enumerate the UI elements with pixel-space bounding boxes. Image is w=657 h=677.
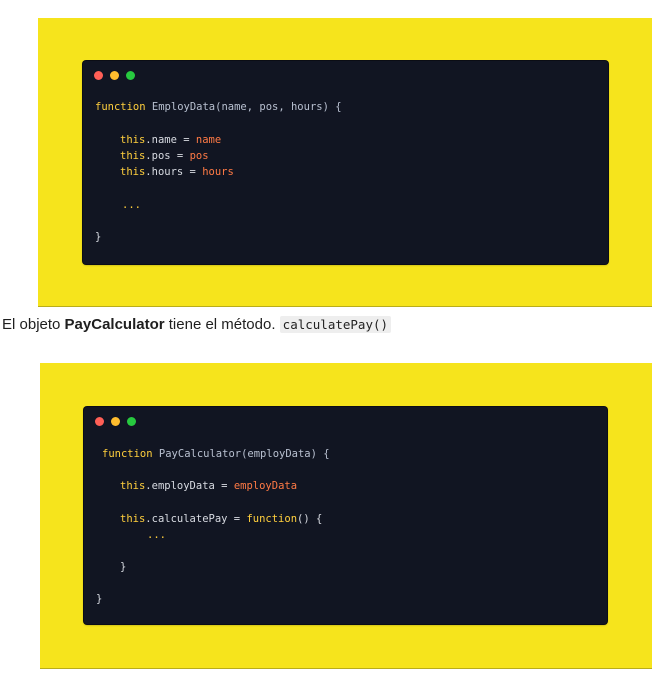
code-line-function: function EmployData(name, pos, hours) { — [95, 101, 342, 114]
keyword: function — [95, 101, 146, 113]
operator: = — [176, 134, 196, 146]
property: .pos — [145, 150, 171, 162]
code-line-assign: this.calculatePay = function() { — [120, 513, 322, 526]
minimize-dot-icon — [110, 71, 119, 80]
operator: = — [183, 166, 203, 178]
code-closing-brace: } — [95, 231, 102, 243]
operator: = — [170, 150, 190, 162]
code-line-assign: this.employData = employData — [120, 480, 297, 493]
code-closing-brace: } — [96, 593, 103, 605]
caption-after: tiene el método. — [164, 316, 280, 333]
this-keyword: this — [120, 480, 146, 492]
code-image-banner: function EmployData(name, pos, hours) { … — [38, 18, 652, 307]
caption-before: El objeto — [2, 316, 65, 333]
close-dot-icon — [95, 417, 104, 426]
code-ellipsis: ... — [147, 529, 166, 541]
minimize-dot-icon — [111, 417, 120, 426]
this-keyword: this — [120, 150, 146, 162]
code-window: function EmployData(name, pos, hours) { … — [83, 61, 608, 264]
function-name: EmployData — [151, 101, 216, 113]
function-params: (name, pos, hours) { — [215, 101, 342, 113]
code-ellipsis: ... — [122, 199, 141, 211]
keyword: function — [246, 513, 298, 525]
operator: = — [227, 513, 247, 525]
function-params: (employData) { — [241, 448, 330, 460]
value: hours — [202, 166, 234, 178]
property: .calculatePay — [145, 513, 228, 525]
value: name — [195, 134, 222, 146]
code-image-banner: function PayCalculator(employData) { thi… — [40, 363, 652, 669]
this-keyword: this — [120, 513, 146, 525]
code-line-assign: this.name = name — [120, 134, 221, 147]
code-window: function PayCalculator(employData) { thi… — [84, 407, 607, 624]
code-line-assign: this.hours = hours — [120, 166, 234, 179]
maximize-dot-icon — [126, 71, 135, 80]
function-name: PayCalculator — [158, 448, 242, 460]
property: .employData — [145, 480, 215, 492]
inline-code: calculatePay() — [279, 316, 392, 333]
caption-text: El objeto PayCalculator tiene el método.… — [2, 316, 392, 333]
this-keyword: this — [120, 166, 146, 178]
keyword: function — [102, 448, 153, 460]
code-line-assign: this.pos = pos — [120, 150, 209, 163]
caption-bold-object: PayCalculator — [64, 316, 165, 333]
value: pos — [189, 150, 209, 162]
this-keyword: this — [120, 134, 146, 146]
code-line-function: function PayCalculator(employData) { — [102, 448, 330, 461]
code-closing-brace: } — [120, 561, 127, 573]
property: .hours — [145, 166, 184, 178]
function-params: () { — [297, 513, 323, 525]
close-dot-icon — [94, 71, 103, 80]
value: employData — [233, 480, 298, 492]
operator: = — [214, 480, 234, 492]
property: .name — [145, 134, 177, 146]
maximize-dot-icon — [127, 417, 136, 426]
